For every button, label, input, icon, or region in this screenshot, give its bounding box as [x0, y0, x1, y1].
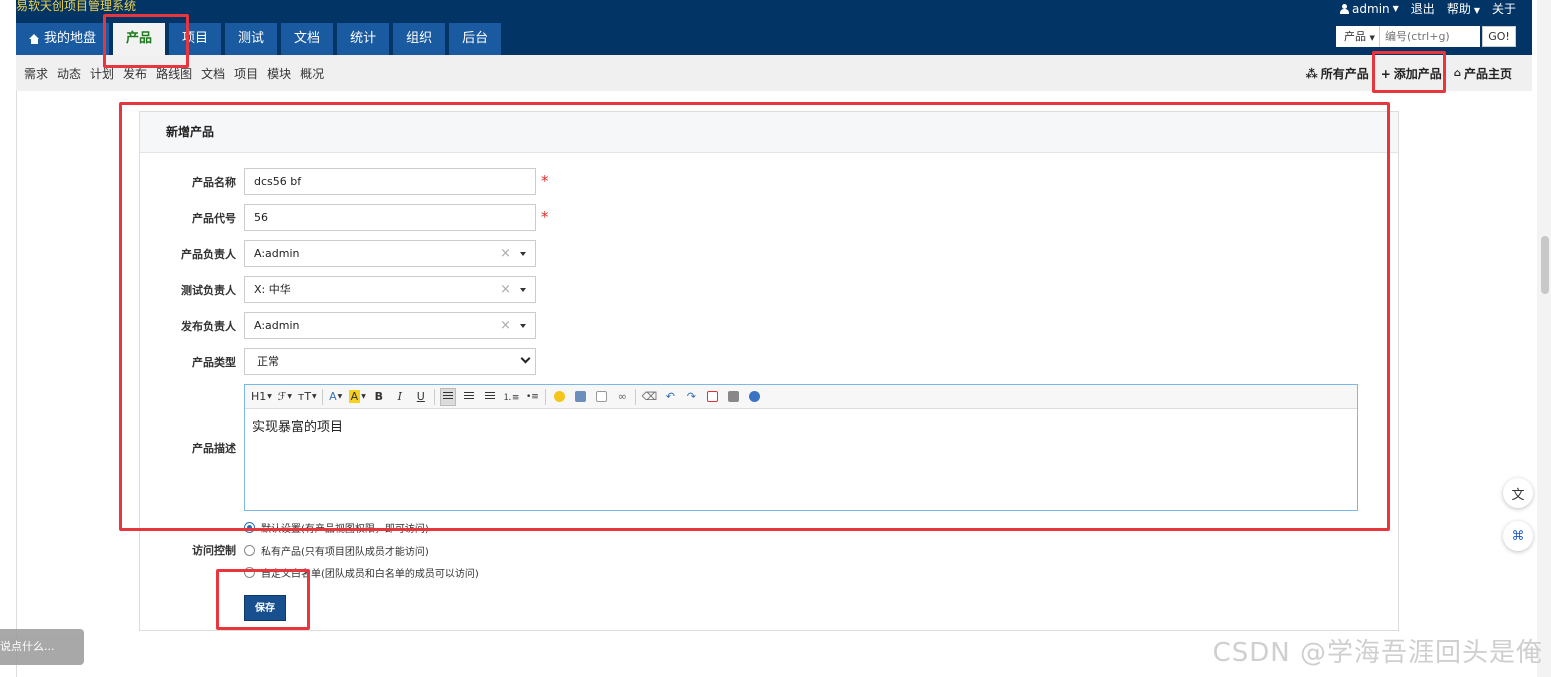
subnav-story[interactable]: 需求 [24, 65, 48, 82]
user-name: admin [1352, 1, 1390, 16]
subnav-view[interactable]: 概况 [300, 65, 324, 82]
annotation-form [119, 102, 1390, 531]
subnav-doc[interactable]: 文档 [201, 65, 225, 82]
acl-label-row: 访问控制 [140, 542, 244, 558]
top-right-menu: admin ▼ 退出 帮助 ▼ 关于 [1340, 0, 1516, 17]
caret-down-icon: ▼ [1392, 4, 1399, 13]
home-icon: ⌂ [1453, 68, 1461, 79]
cubes-icon: ⁂ [1305, 66, 1318, 81]
app-brand: 易软天创项目管理系统 [16, 0, 137, 13]
network-icon[interactable]: ⌘ [1503, 521, 1533, 551]
sub-nav: 需求 动态 计划 发布 路线图 文档 项目 模块 概况 ⁂ 所有产品 + 添加产品 … [16, 55, 1532, 91]
subnav-module[interactable]: 模块 [267, 65, 291, 82]
annotation-product-tab [103, 14, 189, 68]
nav-tab-company[interactable]: 组织 [393, 23, 446, 55]
acl-option-private[interactable]: 私有产品(只有项目团队成员才能访问) [244, 543, 429, 558]
search-go-button[interactable]: GO! [1482, 26, 1516, 47]
main-nav: 我的地盘 产品 项目 测试 文档 统计 组织 后台 [16, 23, 502, 55]
product-home-link[interactable]: ⌂ 产品主页 [1454, 65, 1512, 82]
nav-tab-doc[interactable]: 文档 [281, 23, 334, 55]
help-menu[interactable]: 帮助 ▼ [1447, 0, 1480, 17]
scrollbar[interactable] [1537, 0, 1551, 677]
all-products-link[interactable]: ⁂ 所有产品 [1305, 65, 1368, 82]
annotation-add-product [1372, 51, 1446, 93]
user-icon [1340, 3, 1350, 14]
watermark: CSDN @学海吾涯回头是俺 [1212, 638, 1543, 668]
nav-tab-qa[interactable]: 测试 [225, 23, 278, 55]
search-input[interactable] [1380, 26, 1480, 47]
about-link[interactable]: 关于 [1492, 0, 1516, 17]
subnav-dynamic[interactable]: 动态 [57, 65, 81, 82]
caret-down-icon: ▼ [1473, 6, 1480, 15]
search-type-select[interactable]: 产品 ▼ [1336, 26, 1380, 47]
subnav-project[interactable]: 项目 [234, 65, 258, 82]
user-menu[interactable]: admin ▼ [1340, 2, 1399, 16]
acl-option-label: 私有产品(只有项目团队成员才能访问) [261, 547, 429, 558]
annotation-save [216, 569, 310, 630]
radio-button[interactable] [244, 545, 255, 556]
nav-tab-my[interactable]: 我的地盘 [16, 23, 110, 55]
scrollbar-thumb[interactable] [1541, 236, 1549, 294]
acl-label: 访问控制 [192, 544, 236, 557]
nav-tab-admin[interactable]: 后台 [449, 23, 502, 55]
nav-tab-report[interactable]: 统计 [337, 23, 390, 55]
search-box: 产品 ▼ GO! [1336, 26, 1516, 47]
chat-input[interactable]: 说点什么... [0, 629, 84, 665]
translate-icon[interactable]: 文 [1503, 478, 1533, 508]
top-header: 易软天创项目管理系统 admin ▼ 退出 帮助 ▼ 关于 我的地盘 产品 项目 … [16, 0, 1532, 55]
home-icon [29, 34, 40, 44]
logout-link[interactable]: 退出 [1411, 0, 1435, 17]
